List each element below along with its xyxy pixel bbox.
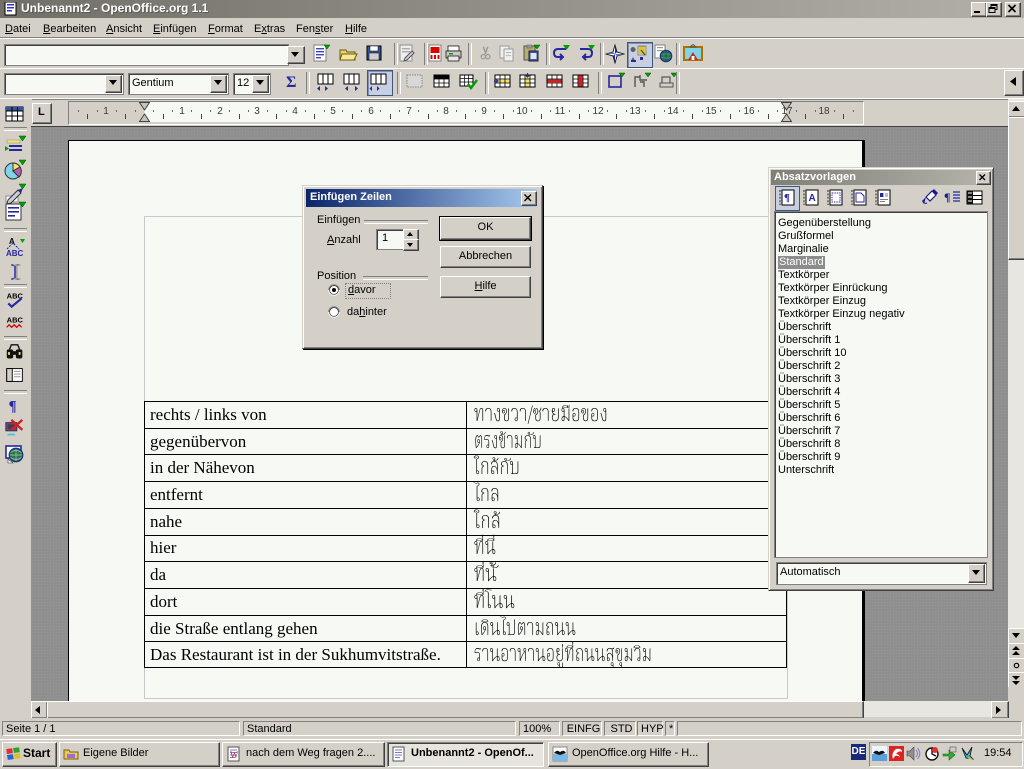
svg-text:¶: ¶ <box>784 192 790 204</box>
svg-text:¶: ¶ <box>9 399 17 415</box>
svg-text:ABC: ABC <box>7 315 24 324</box>
svg-text:A: A <box>809 193 816 204</box>
svg-text:ABC: ABC <box>6 249 24 258</box>
svg-text:W: W <box>230 750 239 760</box>
svg-text:¶: ¶ <box>944 190 950 204</box>
